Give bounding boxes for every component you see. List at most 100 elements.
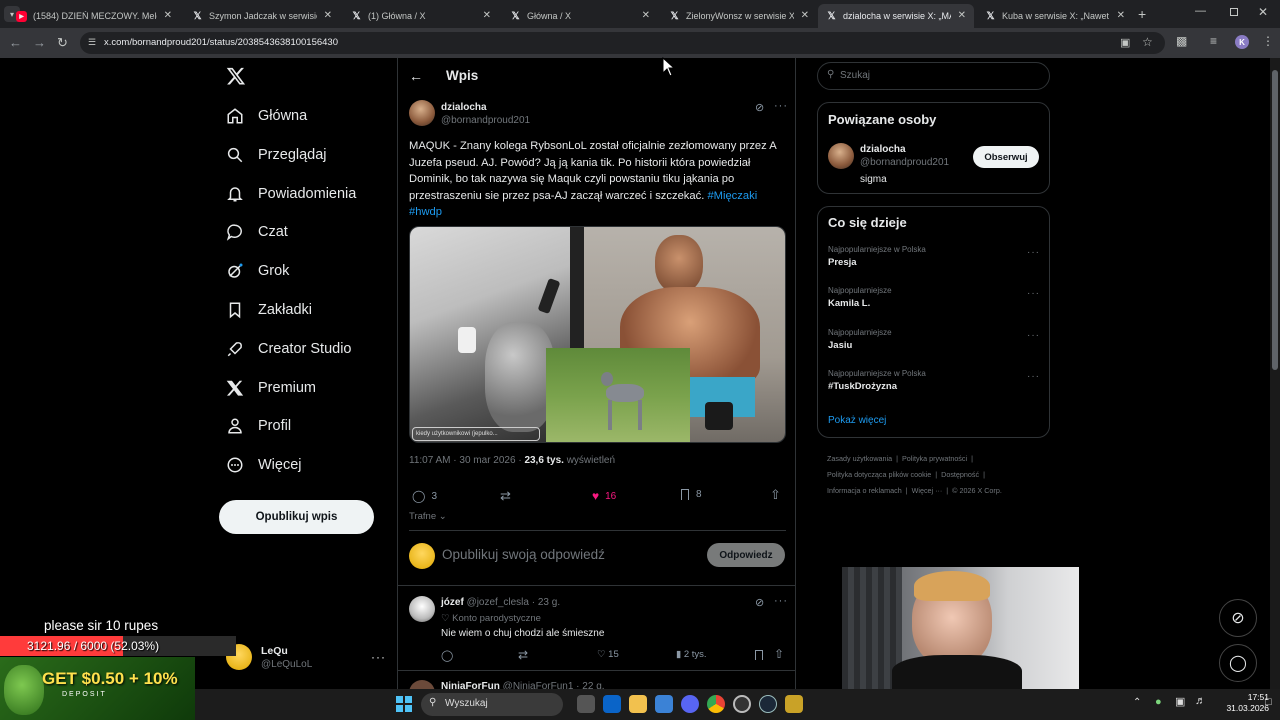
maximize-button[interactable] [1230, 8, 1238, 16]
tab-close-icon[interactable]: ✕ [958, 10, 966, 21]
hashtag-link[interactable]: #Mięczaki [707, 190, 757, 202]
reply-author-name[interactable]: józef [441, 597, 464, 608]
app-icon[interactable] [785, 695, 803, 713]
grok-explain-icon[interactable]: ⊘ [755, 596, 764, 609]
nav-item-home[interactable]: Główna [226, 102, 307, 130]
related-name[interactable]: dzialocha [860, 144, 906, 155]
repost-icon[interactable]: ⇄ [500, 488, 511, 504]
follow-button[interactable]: Obserwuj [973, 146, 1039, 168]
store-icon[interactable] [655, 695, 673, 713]
browser-tab[interactable]: ▶ (1584) DZIEŃ MECZOWY. Meld ✕ [8, 4, 180, 28]
trend-item[interactable]: Najpopularniejsze w Polska #TuskDrożyzna ·… [828, 369, 1040, 405]
browser-tab[interactable]: 𝕏 Kuba w serwisie X: „Nawet pod ✕ [977, 4, 1133, 28]
nav-item-bookmark[interactable]: Zakładki [226, 296, 312, 324]
account-more-icon[interactable]: ··· [371, 650, 386, 664]
post-more-icon[interactable]: ··· [774, 100, 788, 112]
footer-link[interactable]: Więcej ··· [912, 486, 943, 495]
obs-icon[interactable] [733, 695, 751, 713]
taskbar-search[interactable]: ⚲ Wyszukaj [421, 693, 563, 716]
back-arrow-icon[interactable]: ← [409, 68, 423, 84]
reply-reply-icon[interactable]: ◯ [441, 649, 453, 662]
outlook-icon[interactable] [603, 695, 621, 713]
media-icon[interactable]: ≡ [1210, 34, 1217, 48]
tab-close-icon[interactable]: ✕ [801, 10, 809, 21]
sort-dropdown[interactable]: Trafne ⌄ [409, 511, 447, 522]
reply-views-action[interactable]: ▮ 2 tys. [676, 649, 707, 660]
install-app-icon[interactable]: ▣ [1120, 36, 1130, 49]
tray-chevron-icon[interactable]: ⌃ [1133, 697, 1141, 708]
footer-link[interactable]: Informacja o reklamach [827, 486, 902, 495]
nav-item-more-circle[interactable]: Więcej [226, 451, 302, 479]
reply-item[interactable]: józef @jozef_clesla · 23 g. ♡ Konto paro… [398, 586, 796, 670]
related-avatar[interactable] [828, 143, 854, 169]
footer-link[interactable]: Polityka dotycząca plików cookie [827, 470, 931, 479]
reply-action[interactable]: ◯ 3 [412, 489, 437, 503]
menu-icon[interactable]: ⋮ [1262, 34, 1274, 48]
bookmark-action[interactable]: 8 [681, 489, 702, 500]
nav-item-grok[interactable]: Grok [226, 257, 289, 285]
post-author-handle[interactable]: @bornandproud201 [441, 115, 530, 126]
grok-explain-icon[interactable]: ⊘ [755, 101, 764, 114]
discord-icon[interactable] [681, 695, 699, 713]
bookmark-star-icon[interactable]: ☆ [1142, 35, 1153, 49]
site-info-icon[interactable]: ☰ [88, 37, 96, 48]
clock[interactable]: 17:51 31.03.2026 [1207, 692, 1269, 714]
related-handle[interactable]: @bornandproud201 [860, 157, 949, 168]
x-logo-icon[interactable] [226, 66, 246, 86]
mic-icon[interactable]: ● [1155, 696, 1162, 708]
show-more-link[interactable]: Pokaż więcej [828, 415, 886, 426]
trend-more-icon[interactable]: ··· [1027, 288, 1040, 299]
reload-icon[interactable]: ↻ [57, 35, 68, 51]
network-icon[interactable]: ▣ [1175, 695, 1185, 708]
nav-item-rocket[interactable]: Creator Studio [226, 335, 352, 363]
browser-tab[interactable]: 𝕏 Główna / X ✕ [502, 4, 658, 28]
hashtag-link[interactable]: #hwdp [409, 206, 442, 218]
browser-tab[interactable]: 𝕏dzialocha w serwisie X: „MAQU ✕ [818, 4, 974, 28]
trend-item[interactable]: Najpopularniejsze Kamila L. ··· [828, 286, 1040, 322]
publish-post-button[interactable]: Opublikuj wpis [219, 500, 374, 534]
reply-author-avatar[interactable] [409, 596, 435, 622]
browser-tab[interactable]: 𝕏 ZielonyWonsz w serwisie X: „Ja ✕ [661, 4, 817, 28]
task-view-icon[interactable] [577, 695, 595, 713]
reply-repost-icon[interactable]: ⇄ [518, 648, 528, 662]
forward-icon[interactable]: → [33, 35, 46, 50]
chrome-icon[interactable] [707, 695, 725, 713]
reply-author-handle[interactable]: @jozef_clesla · 23 g. [467, 597, 561, 608]
reply-bookmark-icon[interactable] [755, 650, 763, 660]
notification-icon[interactable]: □ [1265, 696, 1272, 708]
reply-button[interactable]: Odpowiedz [707, 543, 785, 567]
footer-link[interactable]: Dostępność [941, 470, 979, 479]
scrollbar-thumb[interactable] [1272, 70, 1278, 370]
post-author-name[interactable]: dzialocha [441, 102, 487, 113]
grok-floating-button[interactable]: ⊘ [1219, 599, 1257, 637]
tab-close-icon[interactable]: ✕ [1117, 10, 1125, 21]
nav-item-x[interactable]: Premium [226, 374, 316, 402]
trend-more-icon[interactable]: ··· [1027, 247, 1040, 258]
new-tab-button[interactable]: + [1138, 6, 1146, 22]
nav-item-search[interactable]: Przeglądaj [226, 141, 327, 169]
footer-link[interactable]: Zasady użytkowania [827, 454, 892, 463]
reply-input[interactable]: Opublikuj swoją odpowiedź [442, 547, 605, 562]
chat-floating-button[interactable]: ◯ [1219, 644, 1257, 682]
nav-item-bell[interactable]: Powiadomienia [226, 180, 356, 208]
volume-icon[interactable]: ♬ [1195, 695, 1206, 707]
tab-close-icon[interactable]: ✕ [324, 10, 332, 21]
file-explorer-icon[interactable] [629, 695, 647, 713]
address-bar[interactable]: ☰ x.com/bornandproud201/status/203854363… [80, 32, 1165, 54]
tab-close-icon[interactable]: ✕ [642, 10, 650, 21]
trend-item[interactable]: Najpopularniejsze w Polska Presja ··· [828, 245, 1040, 281]
post-author-avatar[interactable] [409, 100, 435, 126]
tab-close-icon[interactable]: ✕ [483, 10, 491, 21]
page-scrollbar[interactable] [1270, 58, 1280, 689]
trend-more-icon[interactable]: ··· [1027, 371, 1040, 382]
nav-item-person[interactable]: Profil [226, 412, 291, 440]
close-window-button[interactable]: ✕ [1258, 5, 1268, 19]
tab-close-icon[interactable]: ✕ [164, 10, 172, 21]
reply-share-icon[interactable]: ⇧ [774, 647, 784, 661]
search-input[interactable]: ⚲ Szukaj [817, 62, 1050, 90]
extensions-icon[interactable]: ▩ [1176, 34, 1187, 48]
trend-item[interactable]: Najpopularniejsze Jasiu ··· [828, 328, 1040, 364]
minimize-button[interactable]: — [1195, 5, 1206, 17]
like-action[interactable]: ♥ 16 [592, 489, 616, 503]
profile-avatar[interactable]: K [1235, 35, 1249, 49]
